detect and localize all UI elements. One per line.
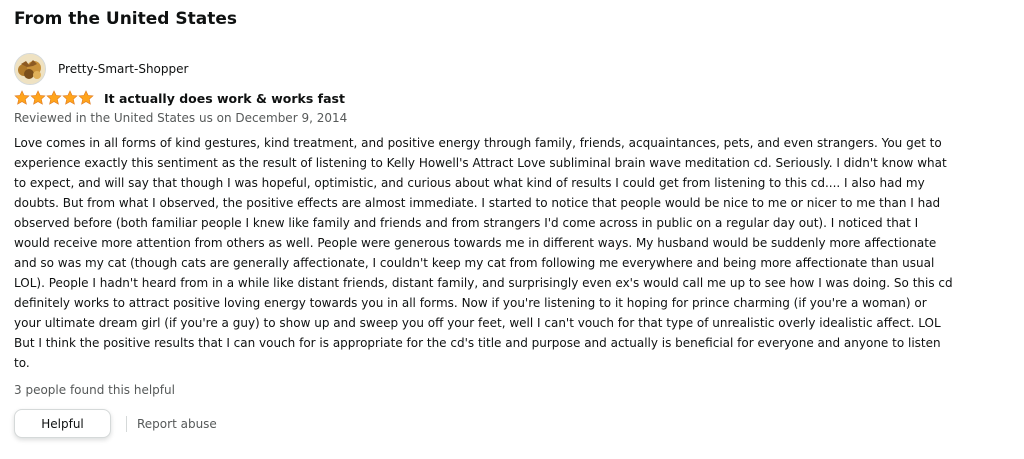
- star-rating[interactable]: [14, 90, 94, 106]
- report-abuse-link[interactable]: Report abuse: [137, 417, 217, 431]
- section-title: From the United States: [14, 9, 237, 29]
- star-icon: [30, 90, 46, 105]
- star-icon: [62, 90, 78, 105]
- star-icon: [78, 90, 94, 105]
- review-title[interactable]: It actually does work & works fast: [104, 91, 345, 106]
- star-icon: [14, 90, 30, 105]
- reviewer-profile[interactable]: Pretty-Smart-Shopper: [14, 53, 188, 85]
- review-title-row: It actually does work & works fast: [14, 89, 345, 107]
- reviewer-name[interactable]: Pretty-Smart-Shopper: [58, 62, 188, 76]
- helpful-count: 3 people found this helpful: [14, 383, 175, 397]
- action-divider: [126, 415, 127, 432]
- review-date: Reviewed in the United States us on Dece…: [14, 111, 348, 125]
- review-actions: Helpful Report abuse: [14, 408, 217, 439]
- helpful-button[interactable]: Helpful: [14, 409, 111, 438]
- star-icon: [46, 90, 62, 105]
- profile-avatar-icon[interactable]: [14, 53, 46, 85]
- review-body: Love comes in all forms of kind gestures…: [14, 136, 953, 370]
